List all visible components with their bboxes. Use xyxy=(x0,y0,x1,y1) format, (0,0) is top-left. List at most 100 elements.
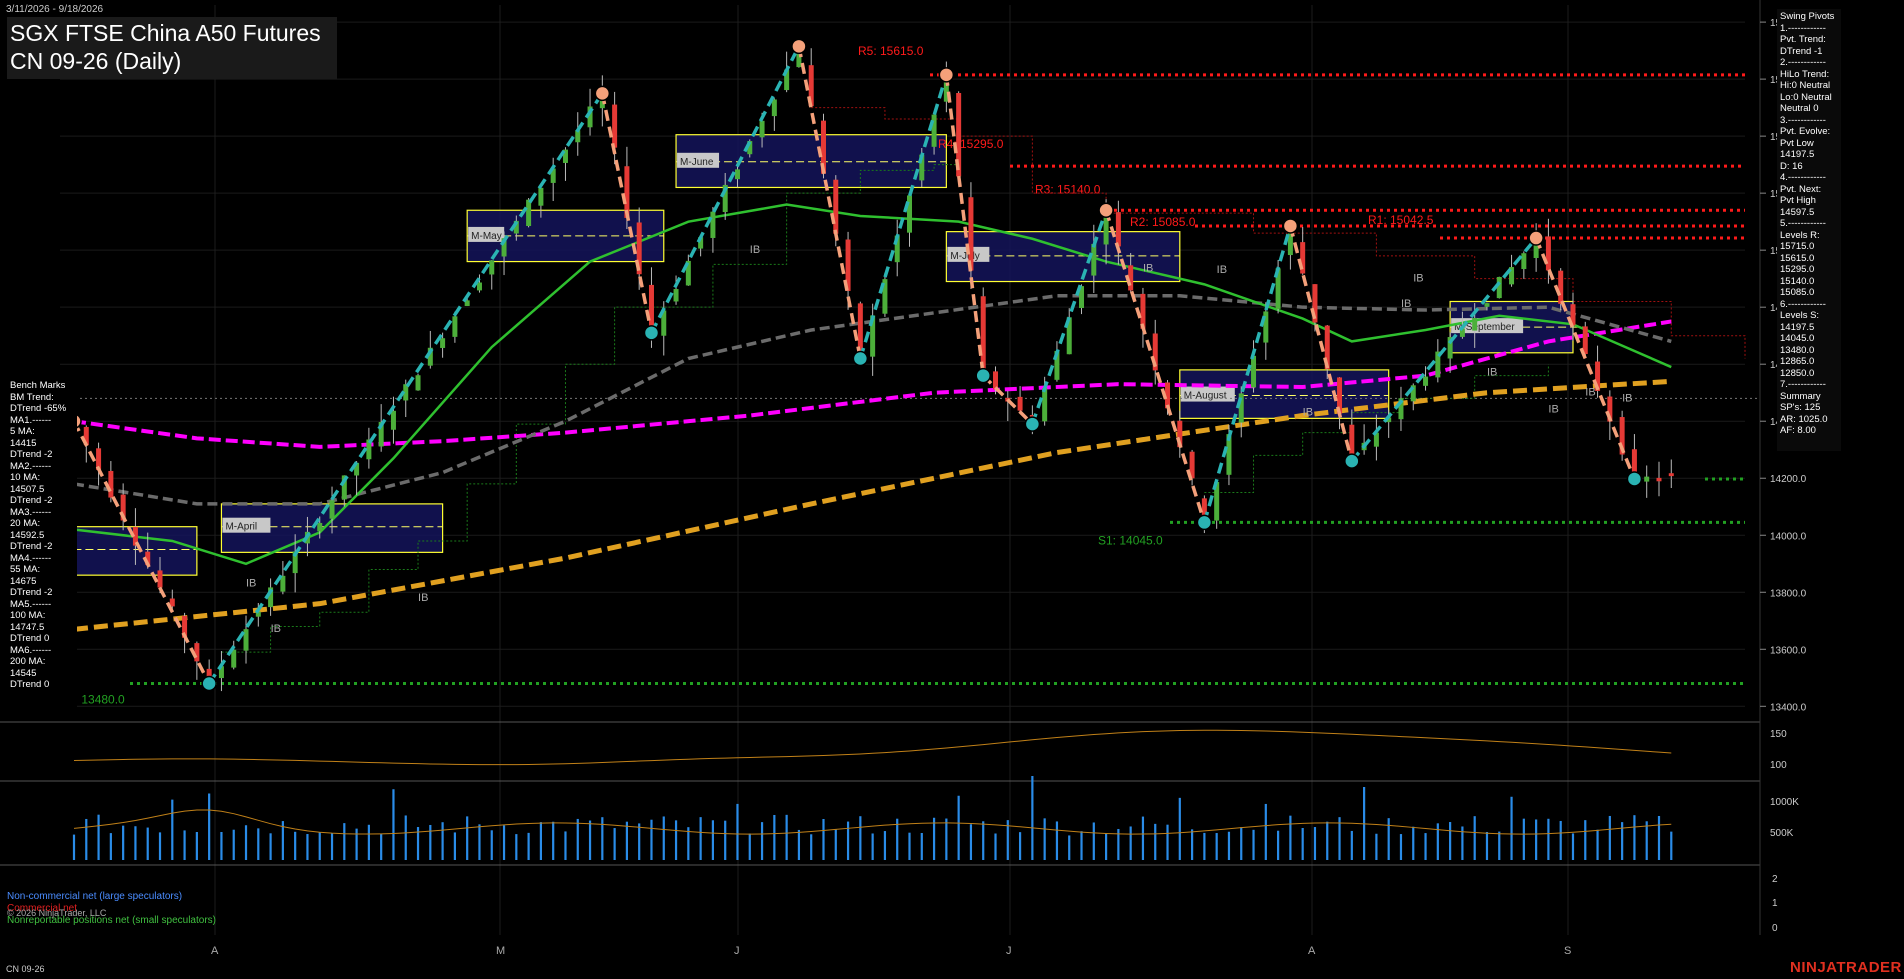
panel-line: Pvt High xyxy=(1780,195,1816,206)
candle-body xyxy=(108,470,114,498)
swing-leg xyxy=(797,45,863,359)
swing-point xyxy=(1024,416,1041,432)
ib-label: IB xyxy=(1487,367,1497,379)
panel-line: 5 MA: xyxy=(10,426,35,437)
panel-line: 12865.0 xyxy=(1780,356,1815,367)
date-range: 3/11/2026 - 9/18/2026 xyxy=(6,4,104,15)
panel-line: 6.------------ xyxy=(1780,298,1826,310)
contract-title: CN 09-26 (Daily) xyxy=(10,48,182,74)
swing-point xyxy=(594,85,611,102)
pivot-level-label-r1: R1: 15042.5 xyxy=(1368,213,1434,227)
panel-line: AF: 8.00 xyxy=(1780,425,1816,436)
swing-point xyxy=(1282,218,1299,234)
legend-nonreportable: Nonreportable positions net (small specu… xyxy=(7,915,216,926)
candle-body xyxy=(771,99,777,117)
panel-line: Bench Marks xyxy=(10,380,66,391)
panel-line: 14675 xyxy=(10,575,37,587)
panel-line: DTrend -2 xyxy=(10,541,53,552)
candle-body xyxy=(489,260,495,275)
panel-line: Levels R: xyxy=(1780,229,1820,241)
panel-line: 15140.0 xyxy=(1780,275,1815,287)
panel-line: DTrend -65% xyxy=(10,403,67,414)
panel-line: 14597.5 xyxy=(1780,206,1815,218)
panel-line: Summary xyxy=(1780,390,1821,402)
candle-body xyxy=(968,197,974,271)
panel-line: Pvt. Next: xyxy=(1780,183,1822,195)
candle-body xyxy=(538,187,544,206)
panel-line: 200 MA: xyxy=(10,656,46,667)
pivot-level-label-r3: R3: 15140.0 xyxy=(1035,182,1101,196)
panel-line: Pvt. Trend: xyxy=(1780,34,1826,45)
swing-leg xyxy=(1288,225,1354,462)
chart-window: AMJJAS15800.015600.015400.015200.015000.… xyxy=(0,0,1904,979)
swing-point xyxy=(1098,202,1114,219)
panel-line: DTrend -2 xyxy=(10,587,53,598)
ib-label: IB xyxy=(246,578,256,590)
candle-body xyxy=(833,179,839,234)
candle-body xyxy=(231,649,237,668)
candle-body xyxy=(452,316,458,337)
panel-line: DTrend -2 xyxy=(10,449,53,460)
panel-line: 14197.5 xyxy=(1780,149,1815,160)
swing-point xyxy=(1626,471,1643,487)
panel-line: BM Trend: xyxy=(10,391,54,403)
candle-body xyxy=(673,289,679,302)
panel-line: Levels S: xyxy=(1780,310,1820,321)
volume-tick-label: 500K xyxy=(1770,828,1794,839)
month-box-label: M-August xyxy=(1184,391,1227,402)
candle-body xyxy=(1668,473,1674,477)
candle-body xyxy=(1484,303,1490,307)
panel-line: 14507.5 xyxy=(10,483,45,495)
panel-line: 10 MA: xyxy=(10,472,41,483)
indicator-tick-label: 150 xyxy=(1770,729,1787,740)
candle-body xyxy=(612,104,618,148)
cot-tick-label: 2 xyxy=(1772,874,1778,885)
candle-body xyxy=(329,500,335,519)
x-tick-label: M xyxy=(496,945,505,957)
panel-line: HiLo Trend: xyxy=(1780,68,1830,80)
panel-line: 14197.5 xyxy=(1780,321,1815,333)
ib-label: IB xyxy=(1548,404,1558,416)
candle-body xyxy=(710,211,716,238)
panel-line: 14592.5 xyxy=(10,529,45,541)
panel-line: 55 MA: xyxy=(10,564,41,575)
panel-line: 14747.5 xyxy=(10,621,45,633)
pivot-level-label-r2: R2: 15085.0 xyxy=(1130,215,1196,229)
candle-body xyxy=(476,282,482,291)
panel-line: 7.------------ xyxy=(1780,379,1826,390)
brand-logo: NINJATRADER xyxy=(1790,959,1902,976)
candle-body xyxy=(734,169,740,180)
swing-point xyxy=(975,367,991,384)
panel-line: D: 16 xyxy=(1780,160,1803,172)
candle-body xyxy=(1091,243,1097,276)
panel-line: 5.------------ xyxy=(1780,218,1826,229)
swing-point xyxy=(201,675,217,692)
swing-point xyxy=(938,67,955,83)
candle-body xyxy=(440,338,446,348)
candle-body xyxy=(1423,376,1429,386)
panel-line: MA1.------ xyxy=(10,414,52,426)
ib-label: IB xyxy=(1217,264,1227,276)
panel-line: MA5.------ xyxy=(10,598,52,610)
month-box-label: M-June xyxy=(680,157,714,168)
panel-line: 1.------------ xyxy=(1780,22,1826,34)
cot-tick-label: 0 xyxy=(1772,923,1778,934)
x-tick-label: S xyxy=(1564,945,1571,957)
panel-line: 14545 xyxy=(10,667,37,679)
month-box-label: M-May xyxy=(471,231,502,242)
x-tick-label: A xyxy=(211,945,219,957)
ib-label: IB xyxy=(1401,298,1411,310)
y-tick-label: 13800.0 xyxy=(1770,588,1807,599)
swing-point xyxy=(1344,453,1360,469)
panel-line: MA4.------ xyxy=(10,552,52,564)
panel-line: MA3.------ xyxy=(10,506,52,518)
panel-line: SP's: 125 xyxy=(1780,402,1821,413)
indicator-line xyxy=(73,729,1672,766)
candle-body xyxy=(931,114,937,147)
panel-line: Hi:0 Neutral xyxy=(1780,80,1831,91)
swing-leg xyxy=(1534,237,1637,480)
swing-point xyxy=(1196,514,1213,531)
candle-body xyxy=(1644,476,1650,482)
panel-line: 15295.0 xyxy=(1780,264,1815,275)
month-box-label: M-April xyxy=(225,522,257,533)
